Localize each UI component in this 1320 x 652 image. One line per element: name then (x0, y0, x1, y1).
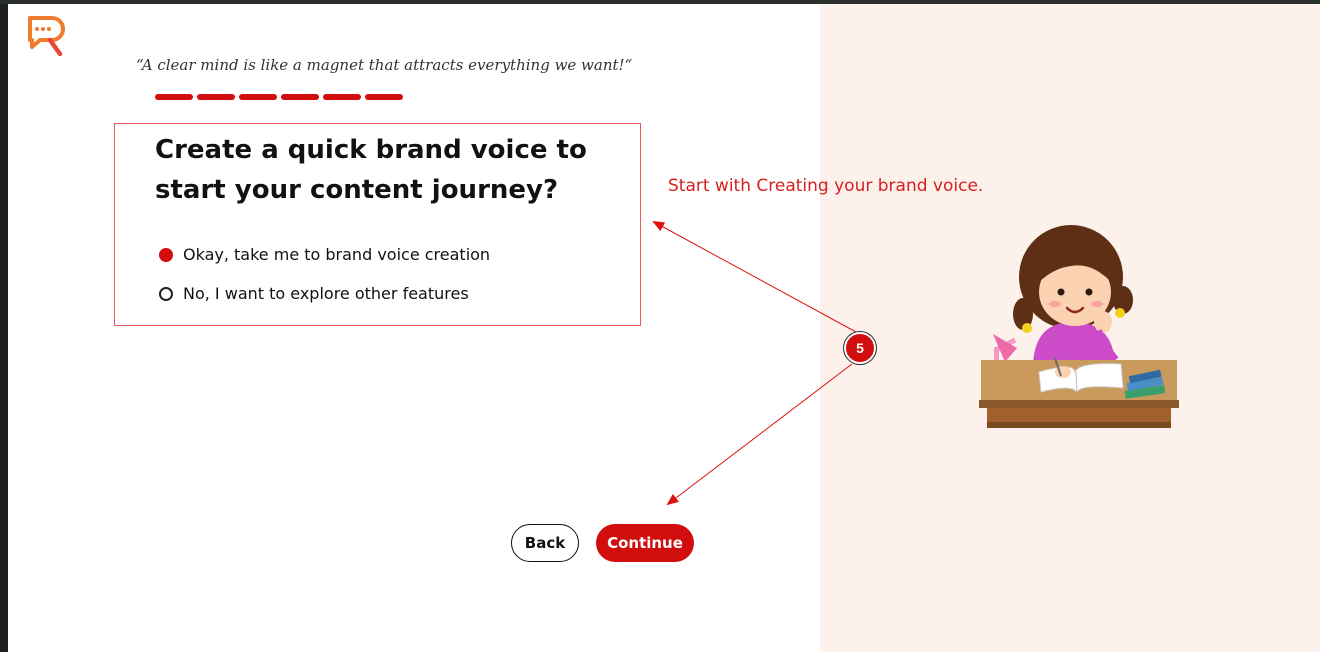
annotation-step-badge: 5 (844, 332, 876, 364)
question-title: Create a quick brand voice to start your… (155, 135, 587, 205)
option-create-brand-voice[interactable]: Okay, take me to brand voice creation (159, 245, 490, 264)
back-button[interactable]: Back (511, 524, 579, 562)
progress-segment (197, 94, 235, 100)
progress-segment (323, 94, 361, 100)
girl-studying-illustration (979, 225, 1179, 428)
option-label: No, I want to explore other features (183, 284, 469, 303)
inspirational-quote: “A clear mind is like a magnet that attr… (136, 56, 633, 74)
option-explore-features[interactable]: No, I want to explore other features (159, 284, 469, 303)
progress-segment (155, 94, 193, 100)
option-label: Okay, take me to brand voice creation (183, 245, 491, 264)
radio-selected-icon[interactable] (159, 247, 173, 262)
annotation-text: Start with Creating your brand voice. (668, 176, 984, 196)
onboarding-page: “A clear mind is like a magnet that attr… (8, 4, 1320, 652)
progress-indicator (155, 94, 403, 100)
question-card: Create a quick brand voice to start your… (114, 123, 641, 326)
progress-segment (281, 94, 319, 100)
progress-segment (239, 94, 277, 100)
radio-unselected-icon[interactable] (159, 286, 173, 301)
brand-logo-icon[interactable] (26, 14, 66, 56)
progress-segment (365, 94, 403, 100)
continue-button[interactable]: Continue (596, 524, 694, 562)
